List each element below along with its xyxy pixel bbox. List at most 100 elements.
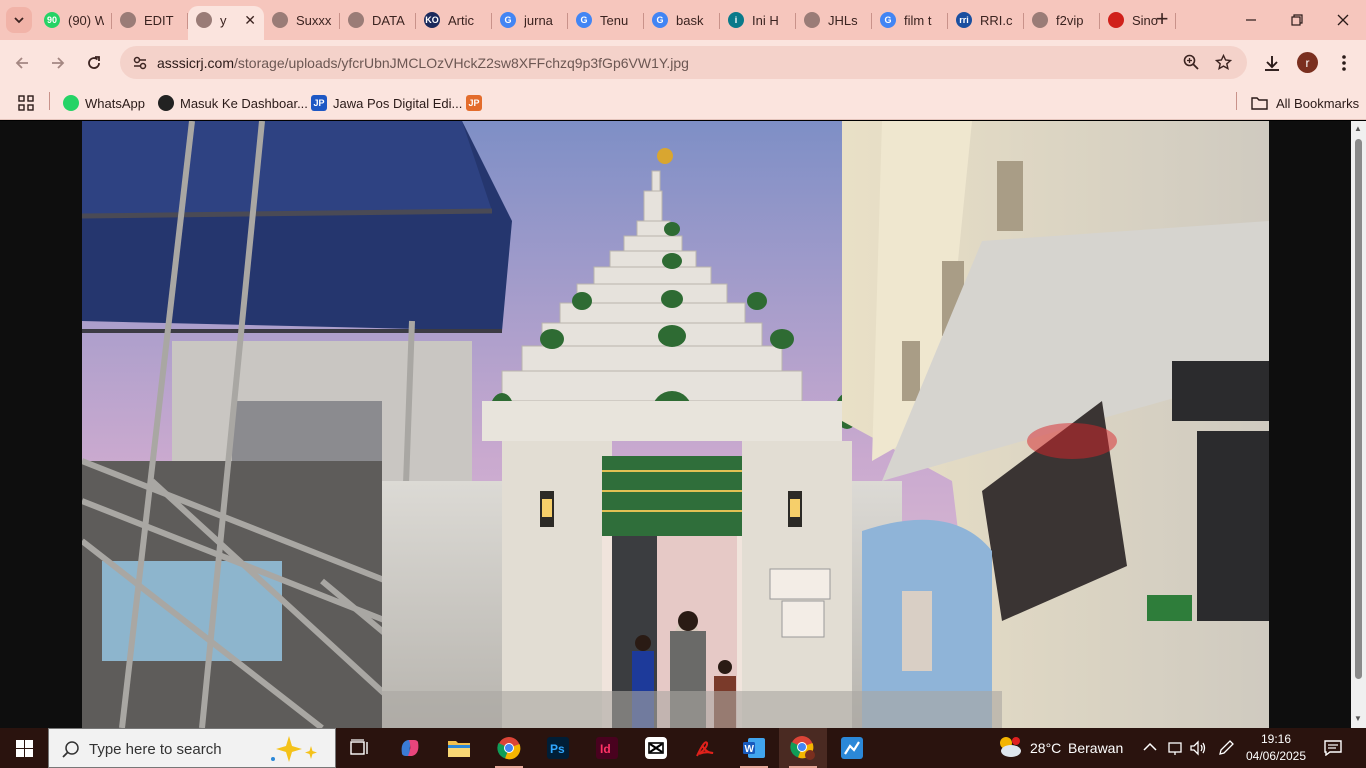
- tab-1[interactable]: EDIT: [112, 6, 188, 34]
- tab-title: jurna: [524, 12, 553, 28]
- photo-illustration: [82, 121, 1269, 728]
- tab-10[interactable]: JHLs: [796, 6, 872, 34]
- close-tab-icon[interactable]: ✕: [244, 12, 256, 29]
- bookmarks-bar: WhatsApp Masuk Ke Dashboar... JP Jawa Pos D…: [0, 86, 1366, 120]
- site-info-icon[interactable]: [132, 55, 148, 71]
- tab-7[interactable]: G Tenu: [568, 6, 644, 34]
- bookmark-item[interactable]: WhatsApp: [63, 92, 145, 114]
- bookmark-separator: [49, 92, 50, 110]
- close-window-button[interactable]: [1320, 0, 1366, 40]
- folder-icon: [448, 741, 470, 757]
- taskbar-word[interactable]: W: [730, 728, 778, 768]
- network-icon[interactable]: [1167, 740, 1183, 756]
- folder-icon: [1251, 97, 1268, 110]
- tab-title: f2vip: [1056, 12, 1084, 28]
- taskbar-file-explorer[interactable]: [435, 728, 483, 768]
- downloads-button[interactable]: [1260, 51, 1284, 75]
- tab-6[interactable]: Gjurna: [492, 6, 568, 34]
- jp-icon: JP: [311, 95, 327, 111]
- taskbar-photoshop[interactable]: Ps: [534, 728, 582, 768]
- task-view-button[interactable]: [336, 728, 384, 768]
- reload-button[interactable]: [82, 51, 106, 75]
- scrollbar-thumb[interactable]: [1355, 139, 1362, 679]
- tab-12[interactable]: rri RRI.c: [948, 6, 1024, 34]
- taskbar-copilot[interactable]: [386, 728, 434, 768]
- apps-button[interactable]: [18, 92, 34, 114]
- tab-title: bask: [676, 12, 704, 28]
- tab-13[interactable]: f2vip: [1024, 6, 1100, 34]
- tab-title: Artic: [448, 12, 474, 28]
- arrow-right-icon: [52, 57, 65, 69]
- chevron-up-icon[interactable]: [1143, 742, 1157, 752]
- vertical-scrollbar[interactable]: ▲ ▼: [1351, 121, 1366, 728]
- tab-11[interactable]: Gfilm t: [872, 6, 948, 34]
- forward-button[interactable]: [46, 51, 70, 75]
- bookmark-item[interactable]: Masuk Ke Dashboar...: [158, 92, 308, 114]
- tab-0[interactable]: 90 (90) W: [36, 6, 112, 34]
- bookmark-star-icon[interactable]: [1215, 54, 1232, 71]
- reload-icon: [88, 56, 100, 69]
- tab-search-button[interactable]: [6, 7, 32, 33]
- taskbar-chrome[interactable]: [485, 728, 533, 768]
- copilot-icon: [401, 740, 419, 756]
- taskbar-acrobat[interactable]: [681, 728, 729, 768]
- minimize-button[interactable]: [1228, 0, 1274, 40]
- tab-title: y: [220, 12, 227, 28]
- tab-4[interactable]: DATA: [340, 6, 416, 34]
- menu-button[interactable]: [1332, 51, 1356, 75]
- bookmark-label: Jawa Pos Digital Edi...: [333, 95, 463, 111]
- google-icon: G: [652, 12, 668, 28]
- google-icon: G: [880, 12, 896, 28]
- site-icon: i: [728, 12, 744, 28]
- new-tab-button[interactable]: +: [1150, 8, 1174, 32]
- tab-8[interactable]: Gbask: [644, 6, 720, 34]
- tab-2[interactable]: y ✕: [188, 6, 264, 40]
- taskbar-paint-app[interactable]: [828, 728, 876, 768]
- zoom-icon[interactable]: [1183, 54, 1199, 70]
- globe-icon: [1032, 12, 1048, 28]
- copilot-sparkle-icon[interactable]: [267, 734, 325, 764]
- scroll-up-arrow-icon[interactable]: ▲: [1354, 124, 1362, 133]
- taskbar-chrome-profile[interactable]: [779, 728, 827, 768]
- bookmark-item[interactable]: JP Jawa Pos Digital Edi...: [311, 92, 462, 114]
- back-button[interactable]: [10, 51, 34, 75]
- globe-icon: [804, 12, 820, 28]
- bookmark-label: Masuk Ke Dashboar...: [180, 95, 308, 111]
- taskbar-indesign[interactable]: Id: [583, 728, 631, 768]
- start-button[interactable]: [0, 728, 48, 768]
- bookmark-item[interactable]: JP: [466, 92, 488, 114]
- taskbar-search-box[interactable]: Type here to search: [48, 728, 336, 768]
- taskbar-clock[interactable]: 19:16 04/06/2025: [1236, 731, 1316, 765]
- bookmark-separator: [1236, 92, 1237, 110]
- mosque-gate-photo[interactable]: [82, 121, 1269, 728]
- address-bar[interactable]: asssicrj.com/storage/uploads/yfcrUbnJMCL…: [120, 46, 1247, 79]
- url-text[interactable]: asssicrj.com/storage/uploads/yfcrUbnJMCL…: [157, 55, 689, 71]
- weather-desc[interactable]: Berawan: [1068, 740, 1123, 756]
- weather-cloud-icon[interactable]: [997, 735, 1023, 759]
- globe-icon: [348, 12, 364, 28]
- arrow-left-icon: [15, 57, 28, 69]
- tab-9[interactable]: i Ini H: [720, 6, 796, 34]
- restore-icon: [1291, 14, 1303, 26]
- tab-3[interactable]: Suxxx: [264, 6, 340, 34]
- weather-temp[interactable]: 28°C: [1030, 740, 1061, 756]
- search-placeholder: Type here to search: [89, 741, 222, 758]
- restore-button[interactable]: [1274, 0, 1320, 40]
- tab-title: Suxxx: [296, 12, 332, 28]
- chevron-down-icon: [14, 17, 24, 24]
- volume-icon[interactable]: [1190, 740, 1208, 756]
- profile-avatar[interactable]: r: [1297, 52, 1318, 73]
- all-bookmarks-button[interactable]: All Bookmarks: [1251, 92, 1359, 114]
- search-icon: [62, 741, 79, 758]
- tab-5[interactable]: KO Artic: [416, 6, 492, 34]
- globe-icon: [196, 12, 212, 28]
- url-host: asssicrj.com: [157, 55, 235, 71]
- taskbar-capcut[interactable]: [632, 728, 680, 768]
- tab-title: EDIT: [144, 12, 174, 28]
- pen-icon[interactable]: [1217, 739, 1235, 757]
- image-viewer: ▲ ▼: [0, 121, 1366, 728]
- scroll-down-arrow-icon[interactable]: ▼: [1354, 714, 1362, 723]
- capcut-icon: [645, 737, 667, 759]
- notifications-icon[interactable]: [1324, 740, 1342, 756]
- tab-title: JHLs: [828, 12, 858, 28]
